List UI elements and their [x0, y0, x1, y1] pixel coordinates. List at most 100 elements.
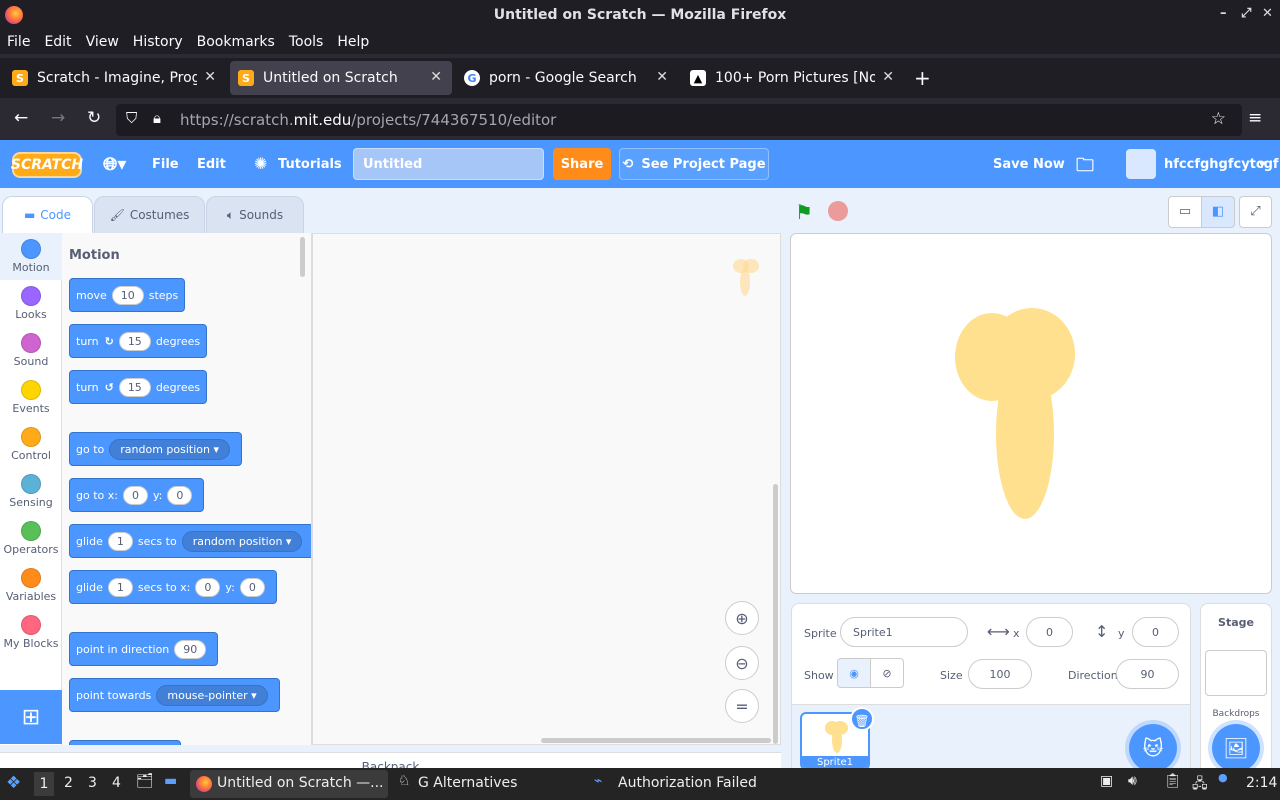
scratch-file-menu[interactable]: File — [152, 157, 179, 172]
start-menu-icon[interactable]: ❖ — [6, 773, 21, 793]
x-input[interactable]: 0 — [122, 485, 148, 505]
workspace-vertical-scrollbar[interactable] — [773, 484, 778, 744]
x-input[interactable]: 0 — [1026, 617, 1073, 647]
category-looks[interactable]: Looks — [0, 280, 62, 327]
forward-icon[interactable]: → — [51, 108, 65, 128]
stop-icon[interactable] — [828, 201, 848, 221]
block-go-to-xy[interactable]: go to x: 0 y: 0 — [69, 478, 205, 512]
bookmark-star-icon[interactable]: ☆ — [1211, 109, 1226, 129]
workspace-horizontal-scrollbar[interactable] — [541, 738, 771, 743]
menu-bookmarks[interactable]: Bookmarks — [197, 34, 275, 50]
close-tab-icon[interactable]: ✕ — [430, 69, 442, 85]
fullscreen-icon[interactable]: ⤢ — [1239, 196, 1272, 228]
category-sensing[interactable]: Sensing — [0, 468, 62, 515]
hamburger-menu-icon[interactable]: ≡ — [1248, 108, 1262, 128]
tray-icon[interactable]: ▣ — [1100, 773, 1113, 789]
tab-code[interactable]: ▬ Code — [2, 196, 93, 234]
y-input[interactable]: 0 — [239, 577, 265, 597]
tab-pictures[interactable]: ▲ 100+ Porn Pictures [Non- ✕ — [682, 61, 904, 95]
menu-edit[interactable]: Edit — [44, 34, 71, 50]
lock-icon[interactable]: 🔒︎ — [153, 109, 161, 127]
close-tab-icon[interactable]: ✕ — [882, 69, 894, 85]
new-tab-icon[interactable]: + — [914, 66, 931, 90]
network-icon[interactable]: 🖧︎ — [1192, 773, 1208, 797]
zoom-in-button[interactable]: ⊕ — [725, 601, 759, 635]
y-input[interactable]: 0 — [1132, 617, 1179, 647]
file-manager-icon[interactable]: 🗂︎ — [136, 773, 154, 789]
block-glide-to-xy[interactable]: glide 1 secs to x: 0 y: 0 — [69, 570, 277, 604]
block-glide-to[interactable]: glide 1 secs to random position ▾ — [69, 524, 311, 558]
zoom-reset-button[interactable]: = — [725, 689, 759, 723]
choose-backdrop-icon[interactable]: 🖼︎ — [1212, 724, 1260, 772]
workspace-2[interactable]: 2 — [64, 775, 73, 791]
green-flag-icon[interactable]: ⚑ — [795, 200, 813, 224]
tab-google-search[interactable]: G porn - Google Search ✕ — [456, 61, 678, 95]
sprite-name-input[interactable]: Sprite1 — [840, 617, 968, 647]
category-variables[interactable]: Variables — [0, 562, 62, 609]
account-chevron-down-icon[interactable]: ▾ — [1259, 157, 1266, 172]
secs-input[interactable]: 1 — [107, 577, 133, 597]
menu-help[interactable]: Help — [337, 34, 369, 50]
close-tab-icon[interactable]: ✕ — [204, 69, 216, 85]
x-input[interactable]: 0 — [195, 577, 221, 597]
target-dropdown[interactable]: random position ▾ — [181, 530, 303, 552]
degrees-input[interactable]: 15 — [118, 331, 151, 351]
y-input[interactable]: 0 — [167, 485, 193, 505]
tab-scratch-home[interactable]: S Scratch - Imagine, Program, Share ✕ — [4, 61, 226, 95]
maximize-icon[interactable]: ⤢ — [1241, 6, 1251, 21]
taskbar-app-firefox[interactable]: Untitled on Scratch —... — [190, 770, 388, 798]
palette-scrollbar[interactable] — [300, 237, 305, 277]
my-stuff-folder-icon[interactable]: 🗀 — [1076, 153, 1094, 183]
block-partial[interactable] — [69, 740, 181, 745]
clock[interactable]: 2:14 — [1246, 775, 1277, 791]
direction-input[interactable]: 90 — [1116, 659, 1179, 689]
choose-sprite-cat-icon[interactable]: 🐱︎ — [1129, 724, 1177, 772]
stage-selector[interactable]: Stage Backdrops 🖼︎ — [1200, 603, 1272, 772]
large-stage-icon[interactable]: ◧ — [1201, 196, 1235, 228]
minimize-icon[interactable]: – — [1220, 6, 1227, 21]
workspace-3[interactable]: 3 — [88, 775, 97, 791]
hide-eye-slash-icon[interactable]: ⊘ — [870, 658, 904, 688]
tutorials-button[interactable]: Tutorials — [278, 157, 342, 172]
steps-input[interactable]: 10 — [111, 285, 144, 305]
tab-untitled-scratch[interactable]: S Untitled on Scratch ✕ — [230, 61, 452, 95]
share-button[interactable]: Share — [553, 148, 611, 180]
see-project-page-button[interactable]: ⟲ See Project Page — [619, 148, 769, 180]
workspace-4[interactable]: 4 — [112, 775, 121, 791]
block-go-to[interactable]: go to random position ▾ — [69, 432, 243, 466]
add-extension-button[interactable]: ⊞ — [0, 690, 62, 744]
scratch-logo[interactable]: SCRATCH — [11, 152, 83, 178]
taskbar-app-alternatives[interactable]: G Alternatives — [418, 775, 517, 791]
block-point-towards[interactable]: point towards mouse-pointer ▾ — [69, 678, 280, 712]
url-bar[interactable]: ⛉ 🔒︎ https://scratch. mit.edu/projects/74… — [116, 104, 1242, 136]
category-sound[interactable]: Sound — [0, 327, 62, 374]
category-my-blocks[interactable]: My Blocks — [0, 609, 62, 656]
save-now-button[interactable]: Save Now — [993, 157, 1065, 172]
block-turn-left[interactable]: turn ↺ 15 degrees — [69, 370, 208, 404]
small-stage-icon[interactable]: ▭ — [1168, 196, 1202, 228]
close-window-icon[interactable]: ✕ — [1262, 6, 1273, 21]
menu-view[interactable]: View — [86, 34, 119, 50]
stage-canvas[interactable] — [790, 233, 1272, 594]
block-turn-right[interactable]: turn ↻ 15 degrees — [69, 324, 208, 358]
tab-sounds[interactable]: 🔈︎ Sounds — [206, 196, 304, 234]
category-events[interactable]: Events — [0, 374, 62, 421]
backpack[interactable]: Backpack — [0, 752, 781, 768]
target-dropdown[interactable]: mouse-pointer ▾ — [156, 684, 268, 706]
secs-input[interactable]: 1 — [107, 531, 133, 551]
scratch-edit-menu[interactable]: Edit — [197, 157, 226, 172]
language-globe-icon[interactable]: 🌐︎▾ — [103, 154, 126, 175]
direction-input[interactable]: 90 — [174, 639, 207, 659]
stage-thumbnail[interactable] — [1205, 650, 1267, 696]
clipboard-icon[interactable]: 📋︎ — [1164, 773, 1182, 789]
size-input[interactable]: 100 — [968, 659, 1032, 689]
tab-costumes[interactable]: 🖌︎ Costumes — [94, 196, 205, 234]
category-operators[interactable]: Operators — [0, 515, 62, 562]
menu-file[interactable]: File — [7, 34, 30, 50]
delete-sprite-trash-icon[interactable]: 🗑︎ — [850, 707, 874, 731]
shield-icon[interactable]: ⛉ — [126, 109, 137, 127]
menu-history[interactable]: History — [133, 34, 183, 50]
taskbar-app-authorization[interactable]: Authorization Failed — [618, 775, 757, 791]
close-tab-icon[interactable]: ✕ — [656, 69, 668, 85]
category-motion[interactable]: Motion — [0, 233, 62, 280]
